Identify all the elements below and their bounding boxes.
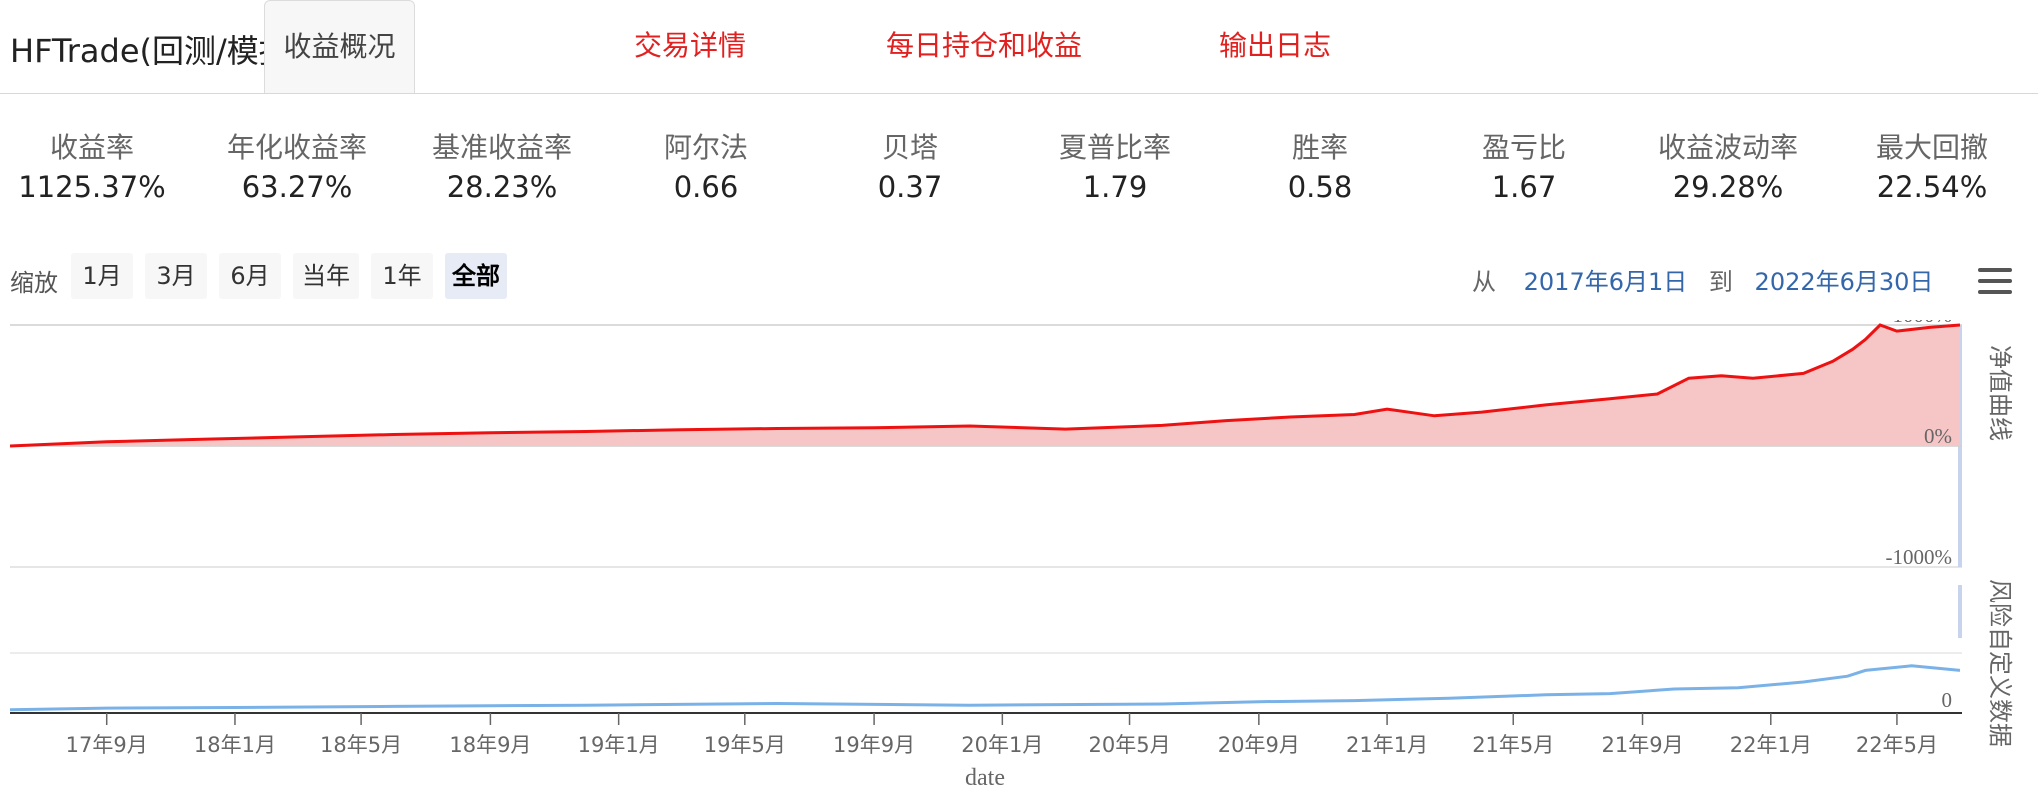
app-title: HFTrade(回测/模拟) <box>10 32 304 70</box>
zoom-6m-button[interactable]: 6月 <box>219 253 281 299</box>
metric-volatility: 收益波动率 29.28% <box>1628 126 1828 204</box>
nav-y-tick-label: -1000% <box>1886 545 1953 569</box>
metric-label: 盈亏比 <box>1481 131 1566 164</box>
x-tick-label: 17年9月 <box>66 733 148 757</box>
zoom-all-button[interactable]: 全部 <box>445 253 507 299</box>
metric-value: 0.58 <box>1287 170 1353 204</box>
x-axis-title: date <box>965 765 1005 787</box>
metric-value: 22.54% <box>1876 170 1988 204</box>
metric-value: 28.23% <box>446 170 558 204</box>
metric-value: 1.67 <box>1491 170 1557 204</box>
nav-y-tick-label: 1000% <box>1893 320 1953 327</box>
x-tick-label: 19年1月 <box>578 733 660 757</box>
metric-sharpe: 夏普比率 1.79 <box>1015 126 1215 204</box>
risk-panel-title: 风险自定义数据 <box>1986 579 2014 747</box>
metric-label: 最大回撤 <box>1875 131 1988 164</box>
tab-output-log[interactable]: 输出日志 <box>1219 0 1331 92</box>
range-to-label: 到 <box>1708 268 1733 296</box>
tab-overview[interactable]: 收益概况 <box>264 0 415 93</box>
metric-label: 年化收益率 <box>226 131 367 164</box>
zoom-1m-button[interactable]: 1月 <box>71 253 133 299</box>
metric-value: 29.28% <box>1672 170 1784 204</box>
metric-alpha: 阿尔法 0.66 <box>606 126 806 204</box>
x-tick-label: 18年5月 <box>320 733 402 757</box>
metric-value: 1.79 <box>1082 170 1148 204</box>
zoom-3m-button[interactable]: 3月 <box>145 253 207 299</box>
hamburger-menu-icon[interactable] <box>1978 268 2012 294</box>
risk-y-axis: 0 <box>1942 688 1953 712</box>
metric-value: 0.37 <box>877 170 943 204</box>
metric-max-drawdown: 最大回撤 22.54% <box>1832 126 2032 204</box>
metric-win-rate: 胜率 0.58 <box>1220 126 1420 204</box>
metric-label: 基准收益率 <box>431 131 572 164</box>
top-nav: HFTrade(回测/模拟) 收益概况 交易详情 每日持仓和收益 输出日志 <box>0 0 2038 94</box>
tab-trade-details[interactable]: 交易详情 <box>634 0 746 92</box>
metric-label: 收益波动率 <box>1657 131 1798 164</box>
metric-return: 收益率 1125.37% <box>0 126 192 204</box>
x-tick-label: 20年9月 <box>1218 733 1300 757</box>
metric-label: 贝塔 <box>881 131 938 164</box>
x-tick-label: 18年9月 <box>449 733 531 757</box>
risk-custom-line <box>9 664 1961 712</box>
nav-panel-title: 净值曲线 <box>1986 345 2014 441</box>
metric-profit-loss-ratio: 盈亏比 1.67 <box>1424 126 1624 204</box>
metric-beta: 贝塔 0.37 <box>810 126 1010 204</box>
x-tick-label: 19年5月 <box>704 733 786 757</box>
metric-label: 阿尔法 <box>663 131 748 164</box>
x-tick-label: 21年5月 <box>1472 733 1554 757</box>
x-tick-label: 21年1月 <box>1346 733 1428 757</box>
range-from-input[interactable]: 2017年6月1日 <box>1524 268 1688 296</box>
metric-value: 0.66 <box>673 170 739 204</box>
range-to-input[interactable]: 2022年6月30日 <box>1755 268 1934 296</box>
x-tick-label: 18年1月 <box>194 733 276 757</box>
range-from-label: 从 <box>1472 268 1496 296</box>
metric-label: 夏普比率 <box>1058 131 1171 164</box>
x-axis-ticks: 17年9月 18年1月 18年5月 18年9月 19年1月 19年5月 19年9月 20年1月… <box>66 713 1938 757</box>
metric-benchmark-return: 基准收益率 28.23% <box>402 126 602 204</box>
x-tick-label: 19年9月 <box>833 733 915 757</box>
zoom-ytd-button[interactable]: 当年 <box>293 253 359 299</box>
x-tick-label: 22年1月 <box>1730 733 1812 757</box>
metric-value: 1125.37% <box>18 170 166 204</box>
metric-value: 63.27% <box>241 170 353 204</box>
zoom-1y-button[interactable]: 1年 <box>371 253 433 299</box>
metric-annual-return: 年化收益率 63.27% <box>197 126 397 204</box>
metric-label: 胜率 <box>1291 131 1348 164</box>
x-tick-label: 20年5月 <box>1088 733 1170 757</box>
x-tick-label: 20年1月 <box>961 733 1043 757</box>
metric-label: 收益率 <box>49 131 134 164</box>
tab-daily-positions[interactable]: 每日持仓和收益 <box>886 0 1082 92</box>
x-tick-label: 22年5月 <box>1856 733 1938 757</box>
backtest-chart: 1000% 0% -1000% 0 17年9月 18年1月 18年5月 18年9月 19年1… <box>9 320 2014 787</box>
risk-y-tick-label: 0 <box>1942 688 1953 712</box>
date-range: 从 2017年6月1日 到 2022年6月30日 <box>1472 262 1933 297</box>
nav-y-tick-label: 0% <box>1924 424 1952 448</box>
x-tick-label: 21年9月 <box>1601 733 1683 757</box>
zoom-label: 缩放 <box>10 269 58 297</box>
